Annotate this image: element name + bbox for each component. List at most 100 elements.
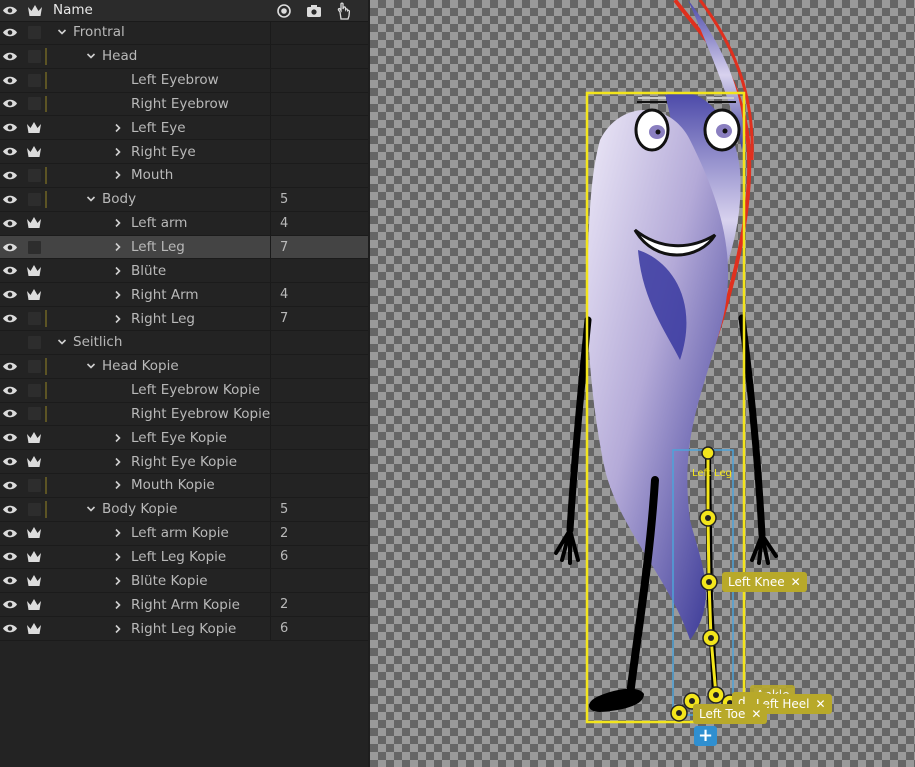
layer-name-cell[interactable]: Left arm Kopie — [48, 521, 271, 545]
chevron-right-icon[interactable] — [112, 546, 124, 569]
layer-name-cell[interactable]: Right Eyebrow Kopie — [48, 402, 271, 426]
chevron-right-icon[interactable] — [112, 569, 124, 592]
crown-toggle[interactable] — [22, 188, 46, 211]
layer-row[interactable]: Right Eye Kopie — [0, 450, 368, 475]
layer-row[interactable]: Right Eyebrow — [0, 92, 368, 117]
crown-column-icon[interactable] — [24, 0, 46, 21]
layer-row[interactable]: Mouth — [0, 164, 368, 188]
crown-icon[interactable] — [22, 593, 46, 616]
layer-name-cell[interactable]: Right Arm Kopie — [48, 593, 271, 617]
crown-icon[interactable] — [22, 546, 46, 569]
layer-name-cell[interactable]: Mouth — [48, 164, 271, 187]
layer-row[interactable]: Left Leg Kopie 6 — [0, 545, 368, 570]
visibility-eye-icon[interactable] — [0, 426, 20, 449]
layer-row[interactable]: Right Arm 4 — [0, 283, 368, 308]
layer-row[interactable]: Left arm Kopie 2 — [0, 521, 368, 546]
layer-name-cell[interactable]: Left Leg — [48, 235, 271, 259]
crown-icon[interactable] — [22, 140, 46, 163]
crown-toggle[interactable] — [22, 474, 46, 497]
layer-name-cell[interactable]: Seitlich — [48, 330, 271, 354]
crown-toggle[interactable] — [22, 45, 46, 68]
crown-toggle[interactable] — [22, 498, 46, 521]
layer-row[interactable]: Head — [0, 44, 368, 69]
crown-toggle[interactable] — [22, 69, 46, 92]
layer-name-cell[interactable]: Left Eyebrow — [48, 68, 271, 92]
touch-hand-column-icon[interactable] — [333, 0, 355, 21]
visibility-eye-icon[interactable] — [0, 236, 20, 259]
visibility-eye-icon[interactable] — [0, 546, 20, 569]
chevron-down-icon[interactable] — [85, 188, 97, 211]
layer-row[interactable]: Blüte Kopie — [0, 569, 368, 594]
layer-row[interactable]: Right Eye — [0, 140, 368, 165]
crown-toggle[interactable] — [22, 331, 46, 354]
name-column-header[interactable]: Name — [53, 0, 93, 21]
layer-row[interactable]: Blüte — [0, 259, 368, 284]
crown-toggle[interactable] — [22, 93, 46, 116]
record-column-icon[interactable] — [274, 0, 294, 21]
chevron-right-icon[interactable] — [112, 593, 124, 616]
layer-row[interactable]: Left arm 4 — [0, 211, 368, 236]
crown-icon[interactable] — [22, 522, 46, 545]
stage-canvas[interactable]: Left Leg Left Knee✕ Ankle d✕ Left Heel✕ … — [370, 0, 915, 767]
layer-row[interactable]: Left Eye Kopie — [0, 426, 368, 451]
add-handle-button[interactable]: + — [694, 726, 717, 746]
left-knee-tag[interactable]: Left Knee ✕ — [722, 572, 807, 592]
layer-name-cell[interactable]: Head — [48, 44, 271, 68]
chevron-right-icon[interactable] — [112, 236, 124, 259]
visibility-eye-icon[interactable] — [0, 45, 20, 68]
layer-name-cell[interactable]: Right Leg Kopie — [48, 617, 271, 640]
layer-name-cell[interactable]: Body Kopie — [48, 497, 271, 521]
crown-icon[interactable] — [22, 569, 46, 592]
visibility-eye-icon[interactable] — [0, 522, 20, 545]
chevron-down-icon[interactable] — [56, 21, 68, 44]
visibility-eye-icon[interactable] — [0, 188, 20, 211]
layer-name-cell[interactable]: Head Kopie — [48, 354, 271, 378]
crown-icon[interactable] — [22, 283, 46, 306]
layer-name-cell[interactable]: Blüte Kopie — [48, 569, 271, 593]
visibility-eye-icon[interactable] — [0, 212, 20, 235]
visibility-eye-icon[interactable] — [0, 474, 20, 497]
visibility-eye-icon[interactable] — [0, 307, 20, 330]
visibility-eye-icon[interactable] — [0, 283, 20, 306]
layer-name-cell[interactable]: Mouth Kopie — [48, 474, 271, 497]
visibility-eye-icon[interactable] — [0, 403, 20, 426]
crown-toggle[interactable] — [22, 236, 46, 259]
layer-name-cell[interactable]: Left Eye — [48, 116, 271, 140]
layer-row[interactable]: Left Eyebrow — [0, 68, 368, 93]
crown-toggle[interactable] — [22, 307, 46, 330]
chevron-right-icon[interactable] — [112, 140, 124, 163]
chevron-right-icon[interactable] — [112, 283, 124, 306]
chevron-right-icon[interactable] — [112, 212, 124, 235]
layer-row[interactable]: Body Kopie 5 — [0, 497, 368, 522]
crown-toggle[interactable] — [22, 164, 46, 187]
left-toe-tag[interactable]: Left Toe ✕ — [693, 704, 768, 724]
layer-name-cell[interactable]: Right Eye — [48, 140, 271, 164]
chevron-down-icon[interactable] — [85, 45, 97, 68]
visibility-eye-icon[interactable] — [0, 355, 20, 378]
crown-toggle[interactable] — [22, 379, 46, 402]
layer-name-cell[interactable]: Right Eyebrow — [48, 92, 271, 116]
chevron-right-icon[interactable] — [112, 617, 124, 640]
layer-name-cell[interactable]: Body — [48, 187, 271, 211]
visibility-eye-icon[interactable] — [0, 116, 20, 139]
layer-row[interactable]: Right Eyebrow Kopie — [0, 402, 368, 427]
chevron-down-icon[interactable] — [56, 331, 68, 354]
visibility-eye-icon[interactable] — [0, 450, 20, 473]
layer-row[interactable]: Left Eyebrow Kopie — [0, 378, 368, 403]
layer-row[interactable]: Mouth Kopie — [0, 474, 368, 498]
chevron-right-icon[interactable] — [112, 164, 124, 187]
layer-row[interactable]: Head Kopie — [0, 354, 368, 379]
origin-handle[interactable] — [701, 446, 715, 460]
crown-icon[interactable] — [22, 617, 46, 640]
chevron-right-icon[interactable] — [112, 259, 124, 282]
visibility-eye-icon[interactable] — [0, 569, 20, 592]
chevron-down-icon[interactable] — [85, 498, 97, 521]
visibility-eye-icon[interactable] — [0, 593, 20, 616]
crown-icon[interactable] — [22, 212, 46, 235]
visibility-eye-icon[interactable] — [0, 498, 20, 521]
chevron-right-icon[interactable] — [112, 426, 124, 449]
layer-row[interactable]: Body 5 — [0, 187, 368, 212]
layer-row[interactable]: Seitlich — [0, 330, 368, 355]
visibility-eye-icon[interactable] — [0, 21, 20, 44]
camera-column-icon[interactable] — [303, 0, 325, 21]
